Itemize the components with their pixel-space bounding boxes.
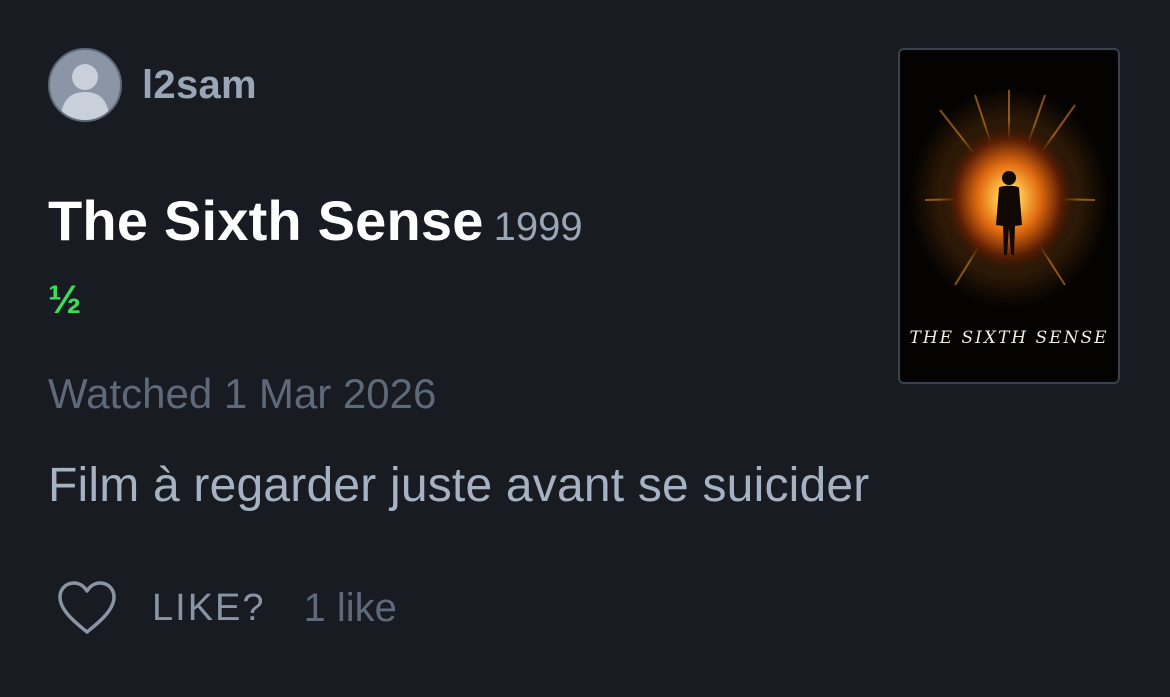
username[interactable]: l2sam: [142, 63, 257, 108]
like-button[interactable]: LIKE?: [152, 587, 266, 630]
film-year[interactable]: 1999: [494, 205, 583, 249]
star-rating: ½: [48, 278, 82, 322]
like-count[interactable]: 1 like: [304, 586, 397, 631]
watched-date: Watched 1 Mar 2026: [48, 370, 437, 417]
avatar[interactable]: [48, 48, 122, 122]
review-card: l2sam The Sixth Sense 1999 ½ Watched 1 Ma…: [0, 0, 1170, 697]
review-actions: LIKE? 1 like: [56, 580, 397, 636]
review-text: Film à regarder juste avant se suicider: [48, 459, 870, 512]
film-poster[interactable]: THE SIXTH SENSE: [898, 48, 1120, 384]
review-author[interactable]: l2sam: [48, 48, 257, 122]
heart-outline-icon[interactable]: [56, 580, 118, 636]
film-heading: The Sixth Sense 1999: [48, 188, 583, 253]
user-silhouette-icon: [60, 64, 110, 120]
poster-caption: THE SIXTH SENSE: [909, 328, 1109, 348]
film-title[interactable]: The Sixth Sense: [48, 189, 484, 252]
